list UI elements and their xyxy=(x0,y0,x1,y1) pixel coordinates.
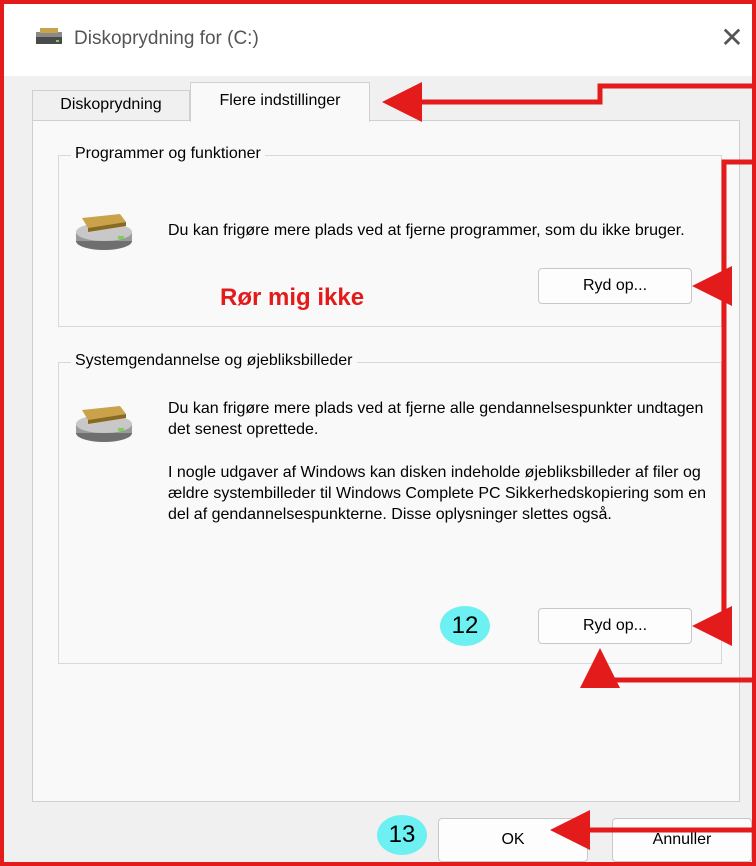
warning-label: Rør mig ikke xyxy=(220,284,365,311)
disk-cleanup-icon xyxy=(36,28,62,44)
restore-description: Du kan frigøre mere plads ved at fjerne … xyxy=(168,400,704,438)
window-title: Diskoprydning for (C:) xyxy=(74,28,259,49)
disk-cleanup-icon xyxy=(76,406,132,442)
disk-cleanup-dialog: Diskoprydning for (C:) ✕ Diskoprydning F… xyxy=(0,0,756,866)
close-button[interactable]: ✕ xyxy=(712,20,752,56)
title-bar: Diskoprydning for (C:) ✕ xyxy=(0,0,756,76)
cancel-button[interactable]: Annuller xyxy=(612,818,752,862)
disk-cleanup-icon xyxy=(76,214,132,250)
group-title: Systemgendannelse og øjebliksbilleder xyxy=(71,352,357,370)
step-badge-13: 13 xyxy=(377,815,427,855)
step-badge-12: 12 xyxy=(440,606,490,646)
ok-button[interactable]: OK xyxy=(438,818,588,862)
tab-diskoprydning[interactable]: Diskoprydning xyxy=(32,90,190,120)
programs-description: Du kan frigøre mere plads ved at fjerne … xyxy=(168,222,685,239)
cleanup-restore-button[interactable]: Ryd op... xyxy=(538,608,692,644)
cleanup-programs-button[interactable]: Ryd op... xyxy=(538,268,692,304)
tab-flere-indstillinger[interactable]: Flere indstillinger xyxy=(190,82,370,122)
restore-description-detail: I nogle udgaver af Windows kan disken in… xyxy=(168,464,706,523)
arrow-to-tab xyxy=(382,82,752,122)
group-title: Programmer og funktioner xyxy=(71,145,265,163)
